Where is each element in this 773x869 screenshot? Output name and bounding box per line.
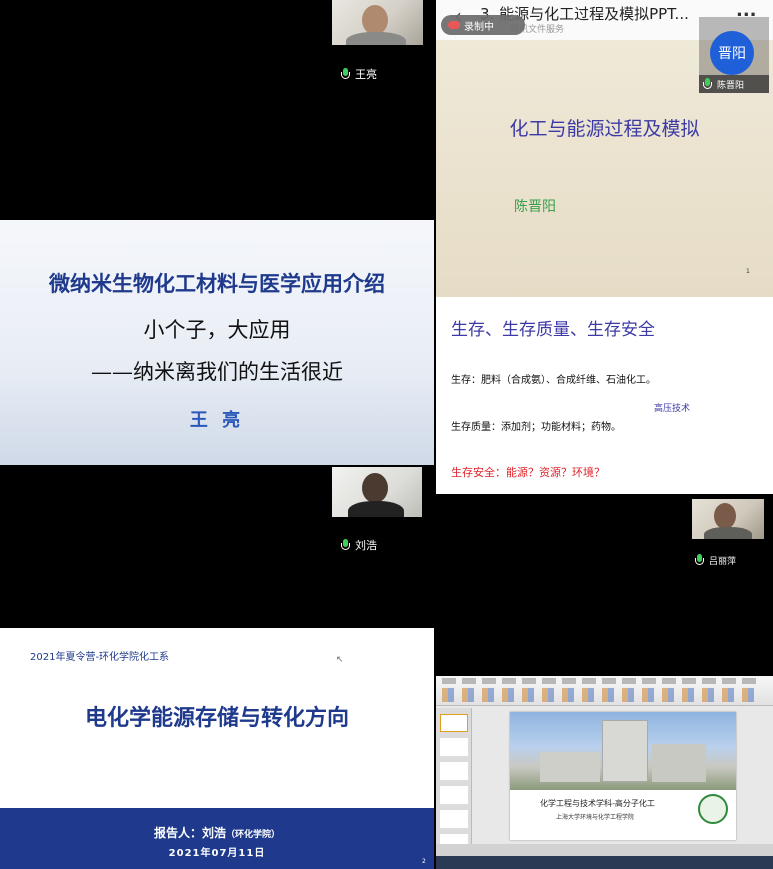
status-bar: [436, 844, 773, 856]
participant-name: 吕丽萍: [709, 557, 737, 567]
participant-name: 刘浩: [355, 539, 377, 552]
slide-subcaption: 上海大学环境与化学工程学院: [556, 814, 635, 821]
ribbon-tabs: [442, 678, 762, 684]
slide-title: 化工与能源过程及模拟: [509, 118, 700, 140]
participant-label-lvliping: 吕丽萍: [695, 554, 736, 567]
microphone-icon: [341, 538, 350, 552]
slide-page-number: 1: [746, 268, 750, 275]
shared-slide-liuhao: 2021年夏令营-环化学院化工系 ↖ 电化学能源存储与转化方向 报告人：刘浩（环…: [0, 628, 434, 869]
video-tile-liuhao[interactable]: 刘浩: [0, 465, 434, 628]
video-tile-wangliang[interactable]: 王亮: [0, 0, 434, 220]
slide-line-1: 生存：肥料（合成氨）、合成纤维、石油化工。: [451, 375, 656, 386]
campus-photo: [510, 712, 736, 790]
university-logo-icon: [698, 794, 728, 824]
avatar-initials: 晋阳: [718, 46, 746, 62]
slide-line-2: 生存质量：添加剂；功能材料；药物。: [451, 422, 621, 433]
taskbar: [436, 856, 773, 869]
slide-title: 微纳米生物化工材料与医学应用介绍: [49, 271, 385, 296]
participant-label-wangliang: 王亮: [341, 66, 377, 82]
recording-label: 录制中: [464, 21, 494, 33]
participant-name: 陈晋阳: [717, 80, 745, 91]
slide-date: 2021年07月11日: [168, 848, 266, 859]
slide-line-1: 小个子，大应用: [143, 318, 291, 342]
ribbon-buttons: [442, 688, 762, 702]
recording-badge[interactable]: 录制中: [441, 15, 525, 35]
video-tile-chenjinyang[interactable]: ‹ 3. 能源与化工过程及模拟PPT... 腾讯文件服务 ... 录制中 › 化…: [436, 0, 773, 297]
camera-feed-liuhao: [332, 467, 422, 517]
slide-thumbnails-panel: [436, 708, 472, 858]
slide-line-2: ——纳米离我们的生活很近: [91, 360, 343, 384]
participant-name: 王亮: [355, 68, 377, 81]
slide-title: 电化学能源存储与转化方向: [84, 706, 349, 731]
reporter-org: （环化学院）: [226, 830, 281, 840]
cursor-icon: ↖: [336, 655, 344, 665]
slide-page-number: 2: [422, 858, 426, 865]
doc-slide-2: 生存、生存质量、生存安全 生存：肥料（合成氨）、合成纤维、石油化工。 高压技术 …: [436, 297, 773, 494]
slide-caption: 化学工程与技术学科-高分子化工: [540, 799, 655, 808]
shared-slide-wangliang: 微纳米生物化工材料与医学应用介绍 小个子，大应用 ——纳米离我们的生活很近 王 …: [0, 220, 434, 465]
slide-tag: 高压技术: [654, 404, 691, 414]
slide-canvas: 化学工程与技术学科-高分子化工 上海大学环境与化学工程学院: [510, 712, 736, 840]
slide-author: 陈晋阳: [514, 199, 556, 215]
reporter-label: 报告人：刘浩: [153, 826, 226, 840]
powerpoint-window: 化学工程与技术学科-高分子化工 上海大学环境与化学工程学院: [436, 676, 773, 869]
slide-footer: 报告人：刘浩（环化学院） 2021年07月11日 2: [0, 808, 434, 869]
participant-label-chenjinyang: 陈晋阳: [699, 75, 769, 93]
microphone-icon: [695, 554, 704, 567]
microphone-icon: [703, 77, 712, 91]
slide-author: 王 亮: [189, 410, 245, 431]
video-tile-lvliping[interactable]: 吕丽萍: [436, 494, 773, 676]
avatar: 晋阳: [710, 31, 754, 75]
reporter-line: 报告人：刘浩（环化学院）: [0, 822, 434, 841]
slide-heading: 生存、生存质量、生存安全: [451, 320, 655, 340]
microphone-icon: [341, 67, 350, 81]
slide-line-3: 生存安全：能源？资源？环境？: [451, 466, 605, 479]
camera-feed-lvliping: [692, 499, 764, 539]
camera-feed-wangliang: [332, 0, 423, 45]
participant-label-liuhao: 刘浩: [341, 537, 377, 553]
slide-camp-label: 2021年夏令营-环化学院化工系: [30, 652, 170, 663]
recording-cloud-icon: [448, 21, 460, 29]
